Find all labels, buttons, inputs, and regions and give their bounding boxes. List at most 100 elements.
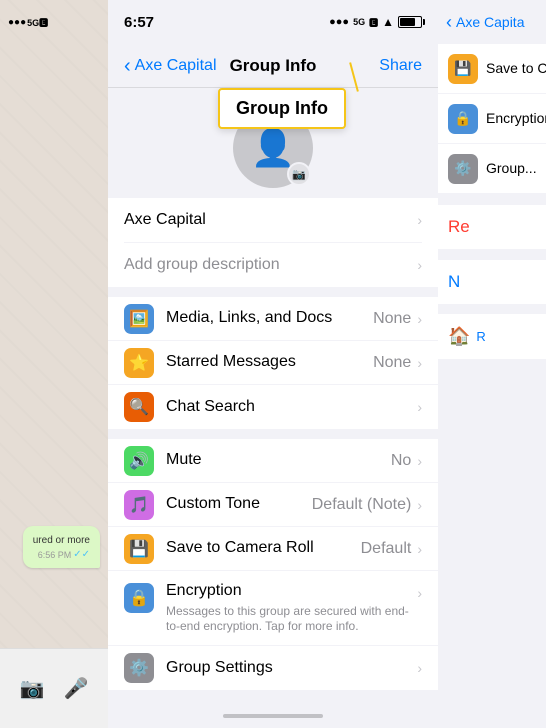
mute-chevron: › [417,453,422,469]
signal-indicator: ●●● [329,16,349,28]
search-content: Chat Search [166,397,417,418]
right-group-settings-content: Group... [486,160,546,178]
group-name-chevron: › [417,212,422,228]
right-save-icon-glyph: 💾 [454,60,471,77]
right-group-settings-item[interactable]: ⚙️ Group... [438,144,546,194]
bottom-right-icon: 🏠 [448,326,470,347]
group-desc-chevron: › [417,257,422,273]
camera-roll-label: Save to Camera Roll [166,538,361,559]
annotation-text: Group Info [236,98,328,118]
camera-roll-content: Save to Camera Roll [166,538,361,559]
search-label: Chat Search [166,397,417,418]
right-back-arrow-icon: ‹ [446,12,452,33]
home-indicator-bar [223,714,323,718]
mute-label: Mute [166,450,391,471]
encryption-icon-glyph: 🔒 [129,588,149,608]
camera-roll-icon-glyph: 💾 [129,539,149,559]
media-value: None [373,310,411,328]
tone-icon-glyph: 🎵 [129,495,149,515]
mic-icon-bottom[interactable]: 🎤 [64,676,89,701]
media-icon-glyph: 🖼️ [129,309,149,329]
network-type: 5G [353,17,365,27]
group-name-text: Axe Capital [124,211,206,229]
media-content: Media, Links, and Docs [166,308,373,329]
status-bar: 6:57 ●●● 5G 🅴 ▲ [108,0,438,44]
left-chat-panel: ●●● 5G🅴 ured or more 6:56 PM ✓✓ 📷 🎤 [0,0,108,728]
right-panel: ‹ Axe Capita 💾 Save to Camera Roll 🔒 E [438,0,546,728]
back-button[interactable]: ‹ Axe Capital [124,56,217,76]
media-item[interactable]: 🖼️ Media, Links, and Docs None › [108,297,438,341]
starred-label: Starred Messages [166,352,373,373]
right-encryption-item[interactable]: 🔒 Encryption end encr... [438,94,546,144]
group-settings-chevron: › [417,660,422,676]
encryption-content: Encryption Messages to this group are se… [166,581,417,635]
read-receipt: ✓✓ [73,549,90,560]
content-area: 👤 📷 Axe Capital › Add group description … [108,88,438,704]
chat-bubble: ured or more 6:56 PM ✓✓ [23,526,100,568]
encryption-sublabel: Messages to this group are secured with … [166,604,417,635]
blue-action-text[interactable]: N [448,272,460,291]
main-panel: 6:57 ●●● 5G 🅴 ▲ ‹ Axe Capital Group Info… [108,0,438,728]
bottom-bar-left: 📷 🎤 [0,648,108,728]
group-settings-icon-glyph: ⚙️ [129,658,149,678]
encryption-label: Encryption [166,581,417,602]
signal-left: ●●● [8,17,26,28]
group-settings-item[interactable]: ⚙️ Group Settings › [108,646,438,690]
camera-icon-bottom[interactable]: 📷 [20,676,45,701]
mute-value: No [391,452,411,470]
right-group-settings-label: Group... [486,160,537,176]
search-chevron: › [417,399,422,415]
mute-item[interactable]: 🔊 Mute No › [108,439,438,483]
red-action-button[interactable]: Re [448,217,470,236]
encryption-chevron: › [417,585,422,601]
mute-icon: 🔊 [124,446,154,476]
status-icons: ●●● 5G 🅴 ▲ [329,15,422,29]
bottom-right-text: R [476,329,485,344]
nav-bar: ‹ Axe Capital Group Info Share [108,44,438,88]
right-encryption-label: Encryption [486,110,546,126]
starred-item[interactable]: ⭐ Starred Messages None › [108,341,438,385]
search-item[interactable]: 🔍 Chat Search › [108,385,438,429]
camera-roll-item[interactable]: 💾 Save to Camera Roll Default › [108,527,438,571]
status-time: 6:57 [124,14,154,31]
right-save-label: Save to Camera Roll [486,60,546,76]
mute-content: Mute [166,450,391,471]
right-encryption-icon-glyph: 🔒 [454,110,471,127]
encryption-icon: 🔒 [124,583,154,613]
camera-small-icon: 📷 [292,168,306,181]
camera-roll-chevron: › [417,541,422,557]
status-bar-left: ●●● 5G🅴 [0,0,108,44]
right-list-section: 💾 Save to Camera Roll 🔒 Encryption end e… [438,44,546,194]
media-label: Media, Links, and Docs [166,308,373,329]
back-arrow-icon: ‹ [124,56,131,76]
group-settings-label: Group Settings [166,658,417,679]
home-indicator [108,704,438,728]
group-description-item[interactable]: Add group description › [108,243,438,287]
back-label: Axe Capital [135,57,217,75]
network-left: 5G🅴 [27,16,48,29]
share-button[interactable]: Share [379,57,422,75]
battery-indicator [398,16,422,28]
tone-value: Default (Note) [312,496,412,514]
group-settings-content: Group Settings [166,658,417,679]
media-section: 🖼️ Media, Links, and Docs None › ⭐ Starr… [108,297,438,429]
nav-title: Group Info [230,56,317,76]
notifications-section: 🔊 Mute No › 🎵 Custom Tone Default (Note)… [108,439,438,690]
starred-content: Starred Messages [166,352,373,373]
tone-chevron: › [417,497,422,513]
camera-roll-value: Default [361,540,412,558]
group-name-item[interactable]: Axe Capital › [108,198,438,242]
camera-roll-icon: 💾 [124,534,154,564]
right-group-settings-icon-glyph: ⚙️ [454,160,471,177]
avatar-icon: 👤 [251,127,296,169]
wifi-icon: ▲ [382,15,394,29]
annotation-box: Group Info [218,88,346,129]
camera-badge[interactable]: 📷 [287,162,311,186]
right-save-icon: 💾 [448,54,478,84]
search-icon-glyph: 🔍 [129,397,149,417]
tone-item[interactable]: 🎵 Custom Tone Default (Note) › [108,483,438,527]
right-save-camera-item[interactable]: 💾 Save to Camera Roll [438,44,546,94]
encryption-item[interactable]: 🔒 Encryption Messages to this group are … [108,571,438,646]
group-info-section: Axe Capital › Add group description › [108,198,438,287]
red-action-section: Re [438,204,546,250]
